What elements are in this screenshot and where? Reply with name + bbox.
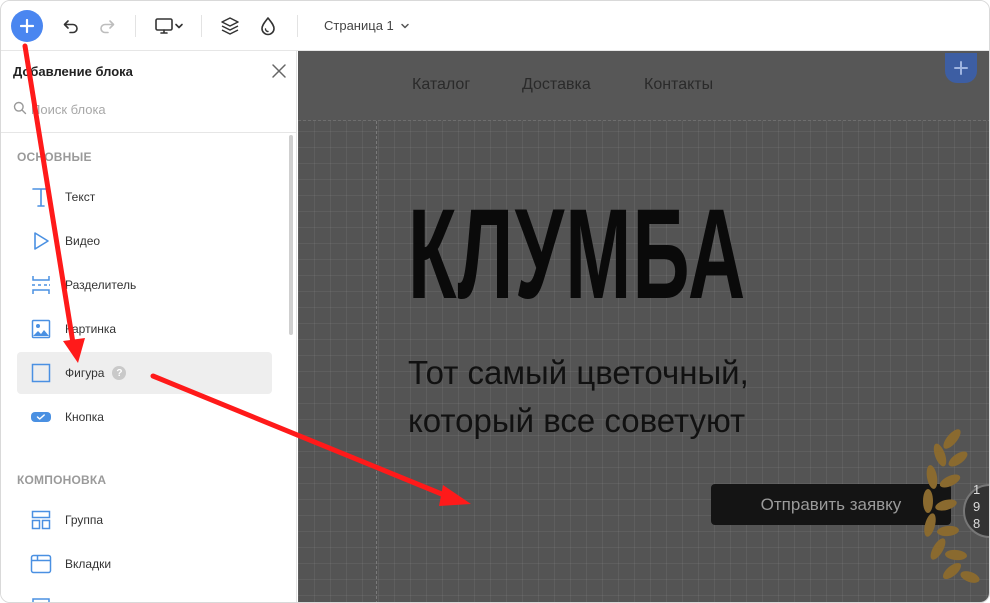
block-item-image[interactable]: Картинка bbox=[17, 308, 272, 350]
close-icon bbox=[272, 64, 286, 78]
cta-button[interactable]: Отправить заявку bbox=[711, 484, 951, 525]
add-block-panel: Добавление блока ОСНОВНЫЕ Текст Видео bbox=[1, 51, 297, 602]
app-window: Страница 1 Добавление блока ОСНОВНЫЕ Тек… bbox=[0, 0, 990, 603]
panel-close-button[interactable] bbox=[271, 63, 289, 81]
site-nav: Каталог Доставка Контакты bbox=[298, 51, 989, 121]
block-item-label: Фигура bbox=[65, 366, 105, 380]
help-icon[interactable]: ? bbox=[112, 366, 127, 380]
device-select[interactable] bbox=[151, 14, 187, 38]
chevron-down-icon bbox=[175, 23, 183, 29]
hero-subtitle[interactable]: Тот самый цветочный, который все советую… bbox=[408, 349, 749, 445]
group-icon bbox=[29, 508, 53, 532]
toolbar-divider bbox=[297, 15, 298, 37]
text-icon bbox=[29, 185, 53, 209]
desktop-icon bbox=[155, 18, 173, 34]
block-item-label: Текст bbox=[65, 190, 96, 204]
block-item-divider[interactable]: Разделитель bbox=[17, 264, 272, 306]
nav-link-contacts[interactable]: Контакты bbox=[644, 76, 713, 94]
undo-button[interactable] bbox=[59, 14, 83, 38]
redo-button[interactable] bbox=[95, 14, 119, 38]
block-item-video[interactable]: Видео bbox=[17, 220, 272, 262]
badge-text-line: 8 bbox=[973, 516, 981, 531]
nav-link-delivery[interactable]: Доставка bbox=[522, 76, 591, 94]
layers-icon bbox=[221, 17, 239, 35]
panel-scrollbar[interactable] bbox=[289, 135, 293, 335]
block-item-group[interactable]: Группа bbox=[17, 499, 272, 541]
canvas-add-button[interactable] bbox=[945, 53, 977, 83]
undo-icon bbox=[63, 20, 78, 34]
block-item-label: Кнопка bbox=[65, 410, 104, 424]
play-icon bbox=[29, 229, 53, 253]
block-item-text[interactable]: Текст bbox=[17, 176, 272, 218]
top-toolbar: Страница 1 bbox=[1, 1, 989, 51]
badge-text-line: 9 bbox=[973, 499, 981, 514]
block-item-label: Вкладки bbox=[65, 557, 112, 571]
block-item-label: Разделитель bbox=[65, 278, 137, 292]
plus-icon bbox=[20, 19, 34, 33]
divider-icon bbox=[29, 273, 53, 297]
add-block-button[interactable] bbox=[11, 10, 43, 42]
redo-icon bbox=[100, 20, 115, 34]
block-item-shape[interactable]: Фигура ? bbox=[17, 352, 272, 394]
block-item-label: Видео bbox=[65, 234, 101, 248]
hero-subtitle-line: Тот самый цветочный, bbox=[408, 354, 749, 391]
editor-canvas[interactable]: Каталог Доставка Контакты КЛУМБА Тот сам… bbox=[298, 51, 989, 602]
block-item-label: Картинка bbox=[65, 322, 117, 336]
section-label-layout: КОМПОНОВКА bbox=[17, 473, 107, 487]
badge-text-line: 1 bbox=[973, 482, 981, 497]
block-item-label: Группа bbox=[65, 513, 104, 527]
block-item-tabs[interactable]: Вкладки bbox=[17, 543, 272, 585]
award-badge: 1 9 8 bbox=[918, 421, 989, 591]
tabs-icon bbox=[29, 552, 53, 576]
chevron-down-icon bbox=[401, 23, 409, 28]
panel-title: Добавление блока bbox=[13, 64, 133, 79]
plus-icon bbox=[954, 61, 968, 75]
toolbar-divider bbox=[135, 15, 136, 37]
hero-subtitle-line: который все советуют bbox=[408, 402, 746, 439]
nav-link-catalog[interactable]: Каталог bbox=[412, 76, 470, 94]
page-select-label: Страница 1 bbox=[324, 18, 394, 33]
toolbar-divider bbox=[201, 15, 202, 37]
block-icon bbox=[29, 585, 53, 602]
hero-title[interactable]: КЛУМБА bbox=[408, 191, 746, 319]
image-icon bbox=[29, 317, 53, 341]
square-icon bbox=[29, 361, 53, 385]
search-icon bbox=[13, 101, 27, 115]
layout-guide bbox=[376, 121, 377, 602]
block-item-partial[interactable] bbox=[17, 585, 272, 602]
block-item-button[interactable]: Кнопка bbox=[17, 396, 272, 438]
theme-button[interactable] bbox=[256, 14, 280, 38]
button-icon bbox=[29, 405, 53, 429]
search-bar bbox=[1, 95, 296, 133]
drop-icon bbox=[261, 17, 275, 36]
badge-text: 1 9 8 bbox=[973, 481, 980, 532]
layers-button[interactable] bbox=[218, 14, 242, 38]
section-label-basic: ОСНОВНЫЕ bbox=[17, 150, 92, 164]
page-select[interactable]: Страница 1 bbox=[324, 18, 410, 33]
search-input[interactable] bbox=[31, 98, 271, 120]
